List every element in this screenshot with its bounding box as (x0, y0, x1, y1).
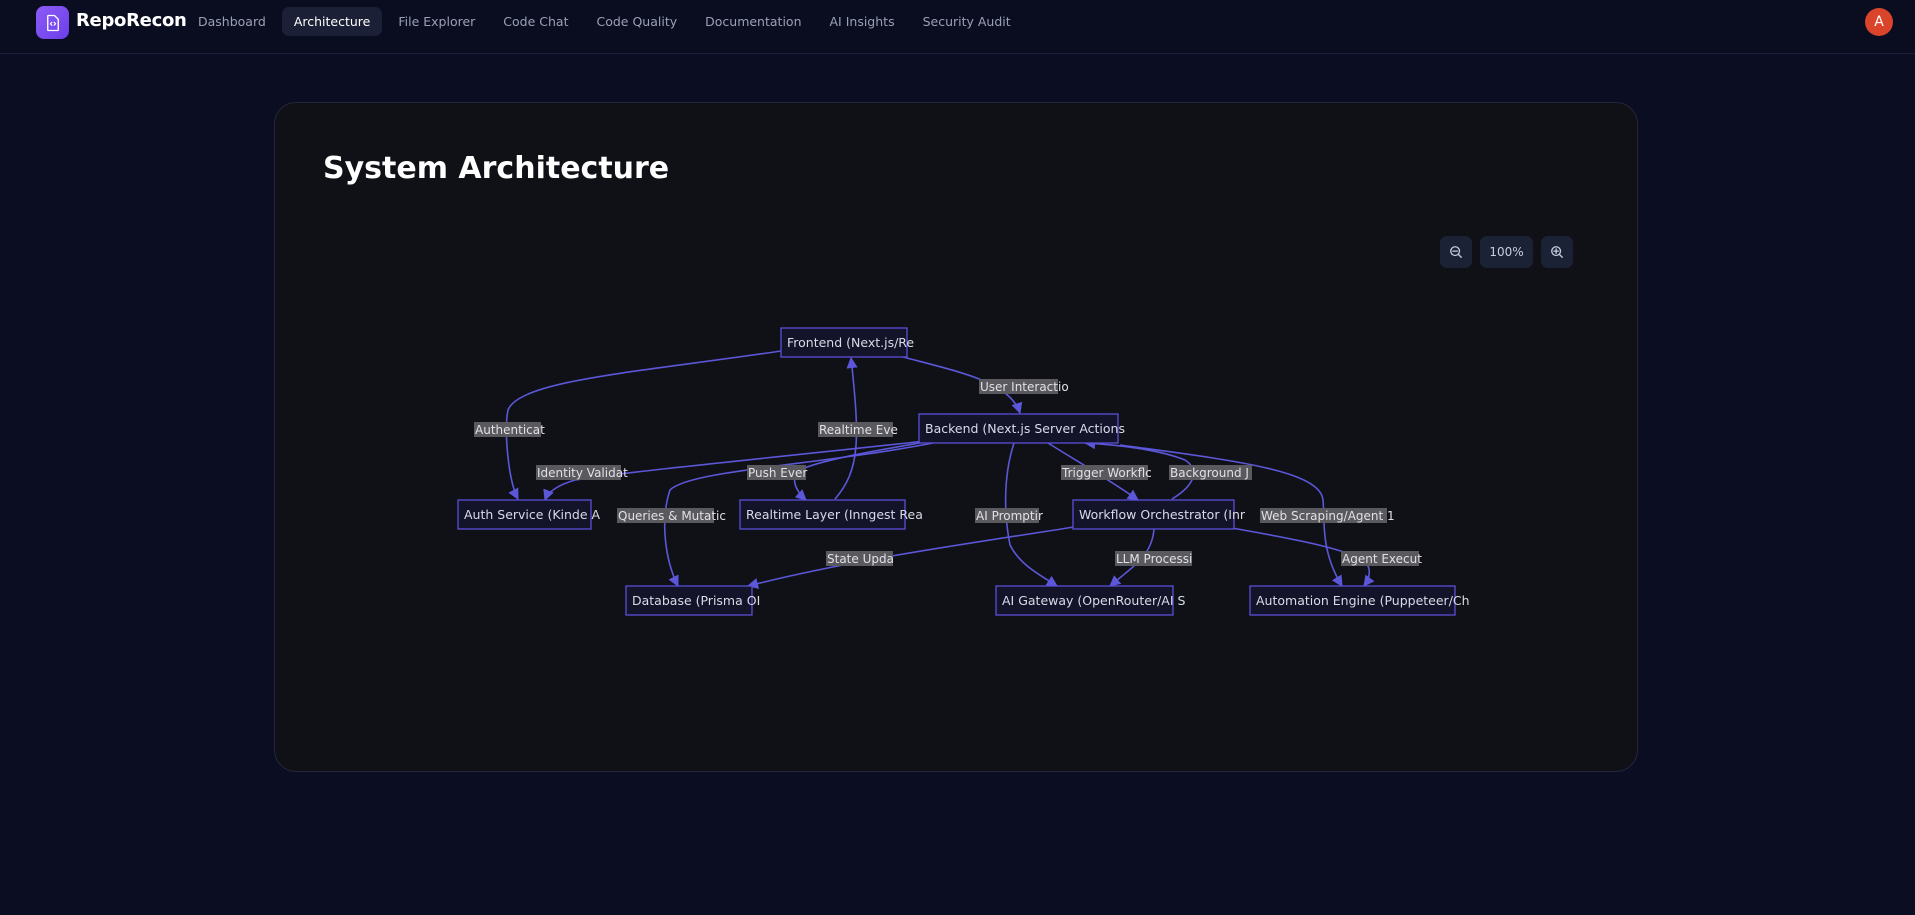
node-frontend[interactable]: Frontend (Next.js/Re (780, 327, 914, 358)
node-backend-label: Backend (Next.js Server Actions (925, 421, 1125, 436)
node-workflow-label: Workflow Orchestrator (Inr (1079, 507, 1246, 522)
node-realtime[interactable]: Realtime Layer (Inngest Rea (739, 499, 923, 530)
edge-label-user-interaction: User Interactio (979, 379, 1069, 394)
edge-label-background-jobs: Background J (1169, 465, 1252, 480)
node-automation-label: Automation Engine (Puppeteer/Ch (1256, 593, 1470, 608)
svg-text:Push Ever: Push Ever (748, 466, 807, 480)
edge-label-realtime-events: Realtime Eve (818, 422, 898, 437)
svg-text:User Interactio: User Interactio (980, 380, 1069, 394)
node-automation[interactable]: Automation Engine (Puppeteer/Ch (1249, 585, 1470, 616)
edge-backend-realtime (793, 441, 926, 501)
svg-text:LLM Processi: LLM Processi (1116, 552, 1192, 566)
edge-label-queries-mutations: Queries & Mutatic (617, 508, 726, 523)
architecture-diagram: Frontend (Next.js/Re Backend (Next.js Se… (457, 327, 1470, 616)
svg-text:Realtime Eve: Realtime Eve (819, 423, 898, 437)
node-database-label: Database (Prisma OI (632, 593, 760, 608)
node-auth[interactable]: Auth Service (Kinde A (457, 499, 601, 530)
edge-label-push-events: Push Ever (747, 465, 807, 480)
node-backend[interactable]: Backend (Next.js Server Actions (918, 413, 1125, 444)
diagram-edge-labels: User Interactio Authenticat Realtime Eve… (474, 379, 1422, 566)
svg-text:Background J: Background J (1170, 466, 1249, 480)
svg-text:Authenticat: Authenticat (475, 423, 545, 437)
node-database[interactable]: Database (Prisma OI (625, 585, 760, 616)
svg-text:Agent Execut: Agent Execut (1342, 552, 1422, 566)
svg-text:Identity Validat: Identity Validat (537, 466, 628, 480)
svg-text:State Upda: State Upda (827, 552, 894, 566)
node-ai-gateway-label: AI Gateway (OpenRouter/AI S (1002, 593, 1186, 608)
svg-text:Trigger Workflc: Trigger Workflc (1061, 466, 1152, 480)
node-auth-label: Auth Service (Kinde A (464, 507, 601, 522)
edge-label-authenticate: Authenticat (474, 422, 545, 437)
node-realtime-label: Realtime Layer (Inngest Rea (746, 507, 923, 522)
edge-label-ai-prompting: AI Promptir (975, 508, 1043, 523)
edge-label-state-update: State Upda (826, 551, 894, 566)
edge-label-web-scraping: Web Scraping/Agent 1 (1260, 508, 1395, 523)
edge-workflow-database (746, 526, 1075, 589)
svg-text:Queries & Mutatic: Queries & Mutatic (618, 509, 726, 523)
node-frontend-label: Frontend (Next.js/Re (787, 335, 914, 350)
svg-text:AI Promptir: AI Promptir (976, 509, 1043, 523)
node-ai-gateway[interactable]: AI Gateway (OpenRouter/AI S (995, 585, 1186, 616)
edge-label-identity-validation: Identity Validat (536, 465, 628, 480)
node-workflow[interactable]: Workflow Orchestrator (Inr (1072, 499, 1246, 530)
svg-text:Web Scraping/Agent 1: Web Scraping/Agent 1 (1261, 509, 1395, 523)
edge-label-trigger-workflow: Trigger Workflc (1061, 465, 1152, 480)
edge-label-llm-processing: LLM Processi (1115, 551, 1192, 566)
edge-label-agent-execution: Agent Execut (1341, 551, 1422, 566)
